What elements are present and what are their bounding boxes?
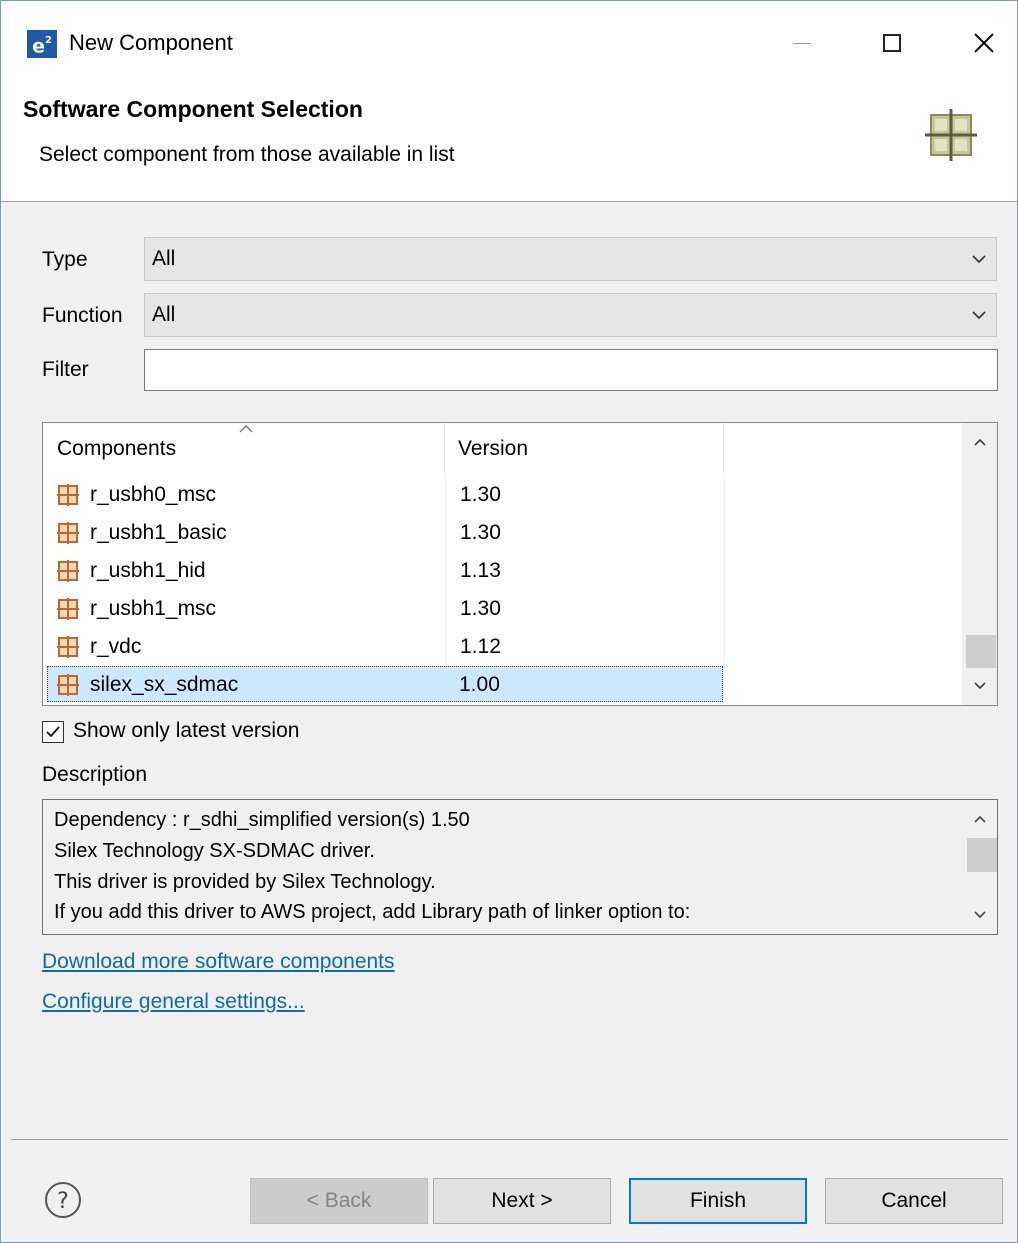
scroll-down-button[interactable]	[962, 671, 997, 701]
component-version-cell: 1.00	[445, 665, 723, 703]
component-name: r_usbh1_basic	[90, 521, 227, 544]
close-button[interactable]	[959, 21, 1009, 65]
component-name-cell: r_usbh0_msc	[57, 475, 444, 513]
table-row[interactable]: r_usbh0_msc 1.30	[43, 475, 965, 513]
svg-text:?: ?	[57, 1189, 69, 1214]
component-version: 1.12	[460, 635, 501, 658]
cancel-button[interactable]: Cancel	[825, 1178, 1003, 1224]
component-name-cell: r_vdc	[57, 627, 444, 665]
description-scrollbar[interactable]	[963, 800, 997, 934]
description-line: If you add this driver to AWS project, a…	[54, 901, 691, 923]
scroll-down-button[interactable]	[963, 900, 997, 930]
component-version-cell: 1.30	[445, 513, 725, 551]
component-icon	[57, 674, 79, 696]
component-icon	[57, 560, 79, 582]
component-name: r_usbh1_msc	[90, 597, 217, 620]
type-combo[interactable]: All	[144, 237, 997, 281]
wizard-banner: Software Component Selection Select comp…	[1, 83, 1017, 202]
component-name: silex_sx_sdmac	[90, 673, 239, 696]
column-header-version[interactable]: Version	[445, 423, 724, 473]
chevron-down-icon	[974, 911, 986, 919]
table-row[interactable]: r_vdc 1.12	[43, 627, 965, 665]
function-combo-value: All	[152, 303, 176, 326]
chevron-down-icon	[972, 311, 986, 320]
footer-divider	[11, 1139, 1008, 1140]
new-component-dialog: e2 New Component Software Component Sele…	[0, 0, 1018, 1243]
component-version: 1.13	[460, 559, 501, 582]
component-version: 1.30	[460, 597, 501, 620]
scroll-up-button[interactable]	[963, 804, 997, 834]
component-name: r_usbh1_hid	[90, 559, 206, 582]
table-row[interactable]: r_usbh1_hid 1.13	[43, 551, 965, 589]
chevron-down-icon	[972, 255, 986, 264]
column-header-components-label: Components	[57, 437, 177, 460]
column-header-version-label: Version	[458, 437, 529, 460]
component-name-cell: silex_sx_sdmac	[57, 665, 444, 703]
component-version-cell: 1.13	[445, 551, 725, 589]
table-scrollbar[interactable]	[962, 423, 997, 705]
column-header-components[interactable]: Components	[43, 423, 445, 473]
description-line: Dependency : r_sdhi_simplified version(s…	[54, 809, 470, 831]
function-label: Function	[42, 304, 123, 327]
scroll-thumb[interactable]	[967, 838, 997, 872]
table-header: Components Version	[43, 423, 965, 473]
component-version-cell: 1.12	[445, 627, 725, 665]
component-name-cell: r_usbh1_basic	[57, 513, 444, 551]
title-bar: e2 New Component	[1, 1, 1017, 83]
component-name: r_vdc	[90, 635, 142, 658]
download-components-link[interactable]: Download more software components	[42, 950, 395, 974]
close-icon	[974, 33, 994, 53]
maximize-button[interactable]	[867, 21, 917, 65]
component-version: 1.30	[460, 521, 501, 544]
description-line: This driver is provided by Silex Technol…	[54, 871, 436, 893]
type-label: Type	[42, 248, 88, 271]
component-version-cell: 1.30	[445, 475, 725, 513]
minimize-icon	[793, 42, 811, 44]
chevron-down-icon	[973, 682, 986, 690]
components-table[interactable]: Components Version r_usbh0_msc 1.30 r_us…	[42, 422, 998, 706]
chevron-up-icon	[974, 815, 986, 823]
page-title: Software Component Selection	[23, 96, 363, 122]
finish-button[interactable]: Finish	[629, 1178, 807, 1224]
checkmark-icon	[46, 726, 60, 738]
window-title: New Component	[69, 30, 233, 55]
help-icon[interactable]: ?	[44, 1181, 82, 1219]
component-version: 1.00	[459, 673, 500, 696]
back-button[interactable]: < Back	[250, 1178, 428, 1224]
filter-input[interactable]	[144, 349, 998, 391]
component-name-cell: r_usbh1_msc	[57, 589, 444, 627]
e2-studio-app-icon: e2	[27, 30, 57, 58]
component-icon	[57, 636, 79, 658]
filter-label: Filter	[42, 358, 89, 381]
next-button[interactable]: Next >	[433, 1178, 611, 1224]
component-icon	[57, 522, 79, 544]
component-name: r_usbh0_msc	[90, 483, 217, 506]
table-row[interactable]: r_usbh1_basic 1.30	[43, 513, 965, 551]
table-row-selected[interactable]: silex_sx_sdmac 1.00	[43, 665, 965, 703]
type-combo-value: All	[152, 247, 176, 270]
configure-settings-link[interactable]: Configure general settings...	[42, 990, 305, 1014]
sort-caret-icon	[239, 425, 253, 433]
scroll-thumb[interactable]	[966, 635, 996, 668]
chevron-up-icon	[973, 438, 986, 446]
component-icon	[57, 598, 79, 620]
component-version-cell: 1.30	[445, 589, 725, 627]
minimize-button[interactable]	[777, 21, 827, 65]
page-subtitle: Select component from those available in…	[39, 143, 455, 166]
description-label: Description	[42, 763, 148, 786]
description-text-area[interactable]: Dependency : r_sdhi_simplified version(s…	[42, 799, 998, 935]
maximize-icon	[883, 34, 901, 52]
scroll-up-button[interactable]	[962, 427, 997, 457]
function-combo[interactable]: All	[144, 293, 997, 337]
component-grid-icon	[925, 109, 977, 161]
description-line: Silex Technology SX-SDMAC driver.	[54, 840, 375, 862]
table-row[interactable]: r_usbh1_msc 1.30	[43, 589, 965, 627]
show-latest-label[interactable]: Show only latest version	[73, 719, 299, 743]
show-latest-checkbox[interactable]	[42, 721, 64, 743]
component-version: 1.30	[460, 483, 501, 506]
component-icon	[57, 484, 79, 506]
component-name-cell: r_usbh1_hid	[57, 551, 444, 589]
